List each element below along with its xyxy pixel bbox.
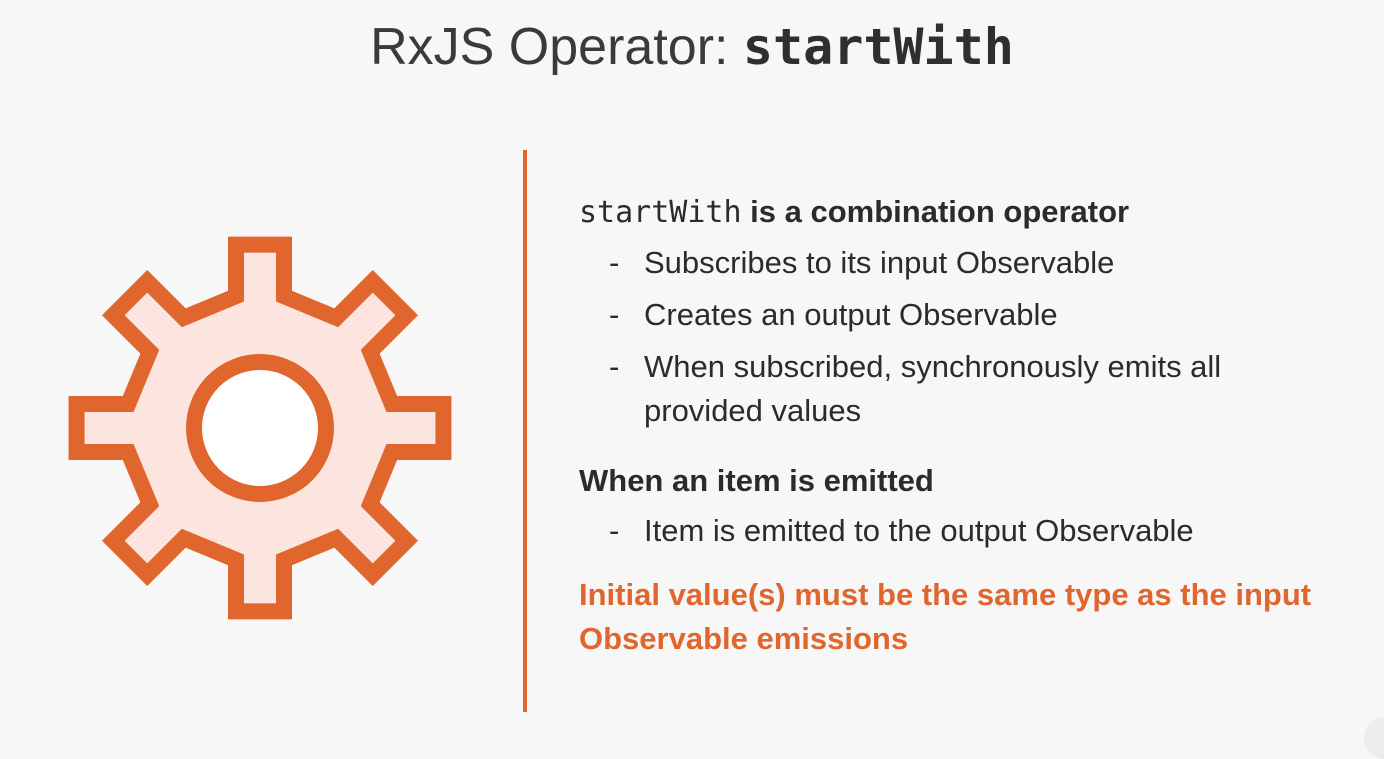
bullet-text: Creates an output Observable xyxy=(644,297,1058,332)
bullet-text: Subscribes to its input Observable xyxy=(644,245,1115,280)
emission-bullet-list: - Item is emitted to the output Observab… xyxy=(579,509,1359,553)
gear-icon xyxy=(60,228,460,628)
vertical-divider xyxy=(523,150,527,712)
list-item: - Item is emitted to the output Observab… xyxy=(579,509,1359,553)
operator-code: startWith xyxy=(579,195,742,230)
operator-description: startWith is a combination operator xyxy=(579,188,1359,237)
operator-description-text: is a combination operator xyxy=(741,194,1130,229)
title-operator-code: startWith xyxy=(742,18,1014,76)
bullet-text: When subscribed, synchronously emits all… xyxy=(644,349,1222,428)
title-prefix: RxJS Operator: xyxy=(370,18,743,76)
list-item: - When subscribed, synchronously emits a… xyxy=(579,345,1334,433)
bullet-dash: - xyxy=(609,513,620,548)
page-title: RxJS Operator: startWith xyxy=(0,14,1384,80)
bullet-dash: - xyxy=(609,297,620,332)
content-panel: startWith is a combination operator - Su… xyxy=(579,188,1359,661)
operator-bullet-list: - Subscribes to its input Observable - C… xyxy=(579,241,1359,433)
bullet-text: Item is emitted to the output Observable xyxy=(644,513,1194,548)
list-item: - Creates an output Observable xyxy=(579,293,1359,337)
corner-button-edge xyxy=(1364,717,1384,759)
list-item: - Subscribes to its input Observable xyxy=(579,241,1359,285)
gear-icon-svg xyxy=(68,236,452,620)
bullet-dash: - xyxy=(609,245,620,280)
type-warning: Initial value(s) must be the same type a… xyxy=(579,577,1312,656)
emission-heading: When an item is emitted xyxy=(579,463,934,498)
gear-center-hole xyxy=(186,354,334,502)
bullet-dash: - xyxy=(609,349,620,384)
